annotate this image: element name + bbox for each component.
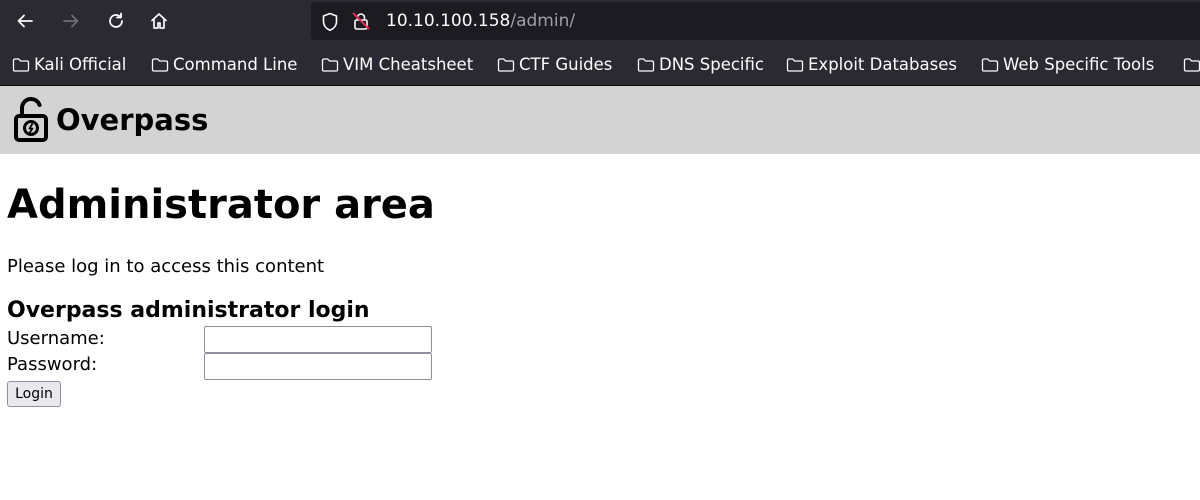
- folder-icon: [321, 57, 339, 72]
- bookmarks-toolbar: Kali Official Command Line VIM Cheatshee…: [0, 43, 1200, 86]
- folder-icon: [786, 57, 804, 72]
- site-header: Overpass: [0, 86, 1200, 154]
- bookmark-ctf-guides[interactable]: CTF Guides: [497, 43, 613, 85]
- password-field[interactable]: [204, 353, 432, 380]
- url-text[interactable]: 10.10.100.158/admin/: [386, 2, 575, 40]
- login-button[interactable]: Login: [7, 381, 61, 407]
- forward-arrow-icon[interactable]: [56, 6, 86, 36]
- back-arrow-icon[interactable]: [10, 6, 40, 36]
- bookmark-label: CTF Guides: [519, 55, 613, 74]
- site-name[interactable]: Overpass: [56, 100, 208, 140]
- page-subtitle: Please log in to access this content: [7, 256, 325, 277]
- bookmark-kali-official[interactable]: Kali Official: [12, 43, 127, 85]
- bookmark-exploit-databases[interactable]: Exploit Databases: [786, 43, 957, 85]
- bookmark-vim-cheatsheet[interactable]: VIM Cheatsheet: [321, 43, 474, 85]
- login-heading: Overpass administrator login: [7, 298, 370, 323]
- url-bar[interactable]: 10.10.100.158/admin/: [311, 2, 1200, 40]
- username-field[interactable]: [204, 326, 432, 353]
- url-path: /admin/: [510, 11, 576, 31]
- reload-icon[interactable]: [101, 6, 131, 36]
- bookmark-label: Web Specific Tools: [1003, 55, 1155, 74]
- folder-icon: [981, 57, 999, 72]
- bookmark-label: VIM Cheatsheet: [343, 55, 474, 74]
- bookmark-web-specific-tools[interactable]: Web Specific Tools: [981, 43, 1155, 85]
- bookmark-overflow-folder[interactable]: [1183, 43, 1200, 85]
- folder-icon: [12, 57, 30, 72]
- bookmark-command-line[interactable]: Command Line: [151, 43, 298, 85]
- bookmark-dns-specific[interactable]: DNS Specific: [637, 43, 764, 85]
- bookmark-label: Kali Official: [34, 55, 127, 74]
- open-padlock-icon: [13, 96, 49, 146]
- insecure-lock-icon[interactable]: [351, 11, 371, 35]
- username-label: Username:: [7, 328, 105, 349]
- password-label: Password:: [7, 354, 98, 375]
- browser-toolbar: 10.10.100.158/admin/: [0, 0, 1200, 43]
- home-icon[interactable]: [144, 6, 174, 36]
- folder-icon: [497, 57, 515, 72]
- page-title: Administrator area: [7, 182, 435, 228]
- folder-icon: [1183, 57, 1200, 72]
- bookmark-label: Command Line: [173, 55, 298, 74]
- url-host: 10.10.100.158: [386, 11, 511, 31]
- bookmark-label: DNS Specific: [659, 55, 764, 74]
- folder-icon: [637, 57, 655, 72]
- folder-icon: [151, 57, 169, 72]
- bookmark-label: Exploit Databases: [808, 55, 957, 74]
- tracking-shield-icon[interactable]: [321, 12, 339, 36]
